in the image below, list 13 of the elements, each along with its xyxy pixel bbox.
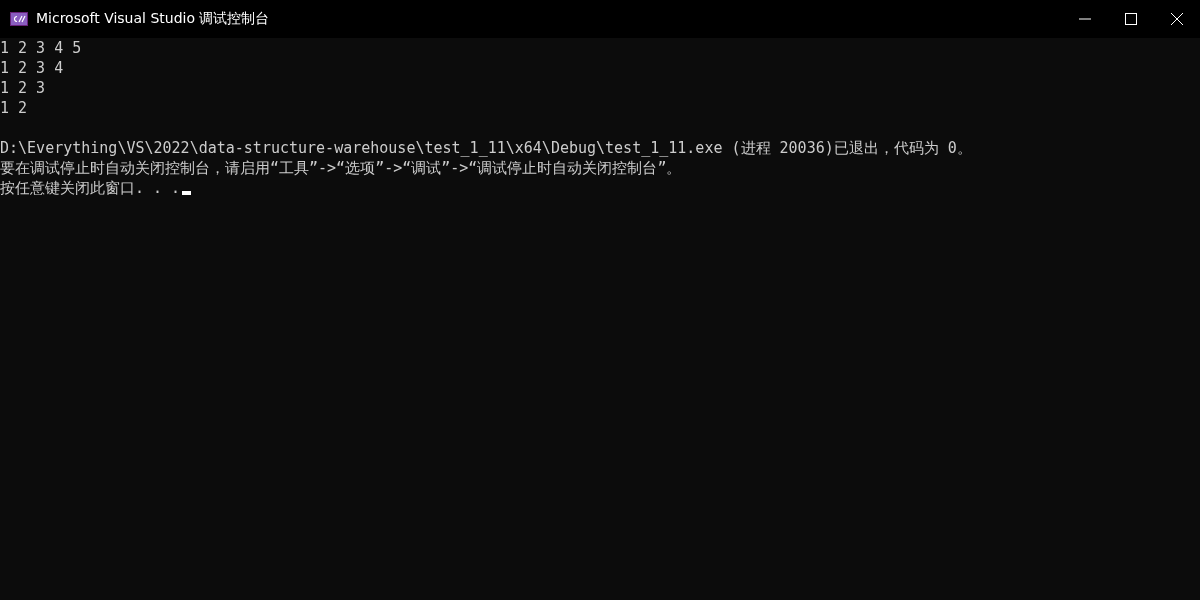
console-line: 要在调试停止时自动关闭控制台，请启用“工具”->“选项”->“调试”->“调试停止时自动关闭控制台”。 <box>0 158 682 178</box>
console-line: D:\Everything\VS\2022\data-structure-warehouse\test_1_11\x64\Debug\test_1_11.exe (进程 20036)已退出，代码为 0。 <box>0 138 972 158</box>
console-line: 1 2 3 4 <box>0 58 64 78</box>
window-title: Microsoft Visual Studio 调试控制台 <box>36 10 270 28</box>
console-line: 1 2 3 <box>0 78 46 98</box>
maximize-icon <box>1125 13 1137 25</box>
console-line: 按任意键关闭此窗口. . . <box>0 178 181 198</box>
console-line: 1 2 <box>0 98 28 118</box>
close-icon <box>1171 13 1183 25</box>
console-line: 1 2 3 4 5 <box>0 38 82 58</box>
console-app-icon <box>10 12 28 26</box>
minimize-icon <box>1079 18 1091 20</box>
text-cursor <box>182 191 192 195</box>
